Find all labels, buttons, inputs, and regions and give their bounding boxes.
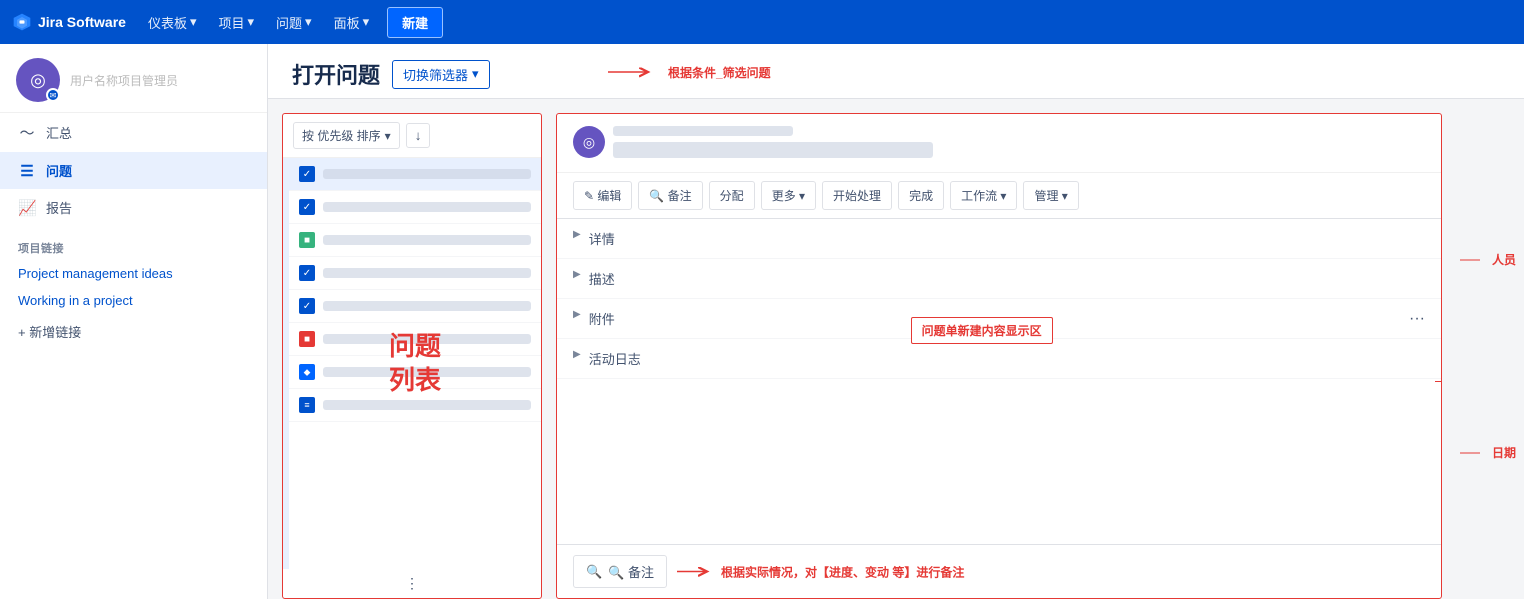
right-annotations: 人员 日期 [1456, 113, 1524, 599]
add-link-button[interactable]: + 新增链接 [0, 314, 267, 349]
issue-list-panel: 按 优先级 排序 ▾ ↓ ✓ [282, 113, 542, 599]
content-area: 按 优先级 排序 ▾ ↓ ✓ [268, 99, 1524, 599]
detail-section-activity: ▶ 活动日志 [557, 339, 1441, 379]
reports-icon: 📈 [18, 199, 36, 217]
detail-header: ◎ [557, 114, 1441, 173]
workflow-button[interactable]: 工作流 ▾ [950, 181, 1017, 210]
create-new-button[interactable]: 新建 [387, 7, 443, 38]
edit-button[interactable]: ✎ 编辑 [573, 181, 632, 210]
right-date-label: 日期 [1492, 444, 1516, 461]
issue-checkbox-5[interactable]: ✓ [299, 298, 315, 314]
summary-icon: 〜 [18, 122, 36, 143]
nav-project[interactable]: 项目 ▾ [210, 9, 262, 36]
assign-button[interactable]: 分配 [709, 181, 755, 210]
description-label[interactable]: 描述 [589, 269, 639, 288]
username-text: 用户名称项目管理员 [70, 72, 251, 89]
avatar: ◎ ✉ [16, 58, 60, 102]
details-label[interactable]: 详情 [589, 229, 639, 248]
manage-button[interactable]: 管理 ▾ [1023, 181, 1078, 210]
subtask-type-icon: ⬥ [299, 364, 315, 380]
issue-checkbox-2[interactable]: ✓ [299, 199, 315, 215]
detail-section-details: ▶ 详情 人员 [557, 219, 1441, 259]
attachments-label[interactable]: 附件 [589, 309, 639, 328]
start-process-button[interactable]: 开始处理 [822, 181, 892, 210]
sidebar-item-summary[interactable]: 〜 汇总 [0, 113, 267, 152]
sidebar-item-issues[interactable]: ☰ 问题 [0, 152, 267, 189]
issue-list: ✓ ✓ ■ [289, 158, 541, 569]
issue-detail-panel: ◎ ✎ 编辑 🔍 备注 分配 更多 ▾ 开始处理 完成 工作流 ▾ [556, 113, 1442, 599]
detail-toolbar: ✎ 编辑 🔍 备注 分配 更多 ▾ 开始处理 完成 工作流 ▾ 管理 ▾ 功 [557, 173, 1441, 219]
issues-icon: ☰ [18, 162, 36, 180]
issue-title-blurred [613, 142, 933, 158]
avatar-badge: ✉ [46, 88, 60, 102]
nav-dashboard[interactable]: 仪表板 ▾ [140, 9, 205, 36]
issue-id-blurred [613, 126, 793, 136]
comment-annotation: 根据实际情况，对【进度、变动 等】进行备注 [721, 563, 964, 580]
bug-type-icon: ■ [299, 331, 315, 347]
sort-select[interactable]: 按 优先级 排序 ▾ [293, 122, 400, 149]
complete-button[interactable]: 完成 [898, 181, 944, 210]
issue-item-6[interactable]: ■ [289, 323, 541, 356]
activity-label[interactable]: 活动日志 [589, 349, 641, 368]
attachments-dots: ··· [1409, 310, 1425, 328]
sidebar: ◎ ✉ 用户名称项目管理员 〜 汇总 ☰ 问题 📈 报告 项目链接 Projec… [0, 44, 268, 599]
main-content: 打开问题 切换筛选器 ▾ 根据条件_筛选问题 按 优先级 [268, 44, 1524, 599]
issue-item-1[interactable]: ✓ [289, 158, 541, 191]
sidebar-link-working[interactable]: Working in a project [0, 287, 267, 314]
sort-direction-button[interactable]: ↓ [406, 123, 431, 148]
issue-checkbox-1[interactable]: ✓ [299, 166, 315, 182]
sidebar-link-pm-ideas[interactable]: Project management ideas [0, 260, 267, 287]
detail-section-description: ▶ 描述 日期 [557, 259, 1441, 299]
main-header: 打开问题 切换筛选器 ▾ 根据条件_筛选问题 [268, 44, 1524, 99]
nav-issue[interactable]: 问题 ▾ [268, 9, 320, 36]
project-links-section: 项目链接 [0, 226, 267, 260]
issue-avatar: ◎ [573, 126, 605, 158]
bottom-comment-button[interactable]: 🔍 🔍 备注 [573, 555, 667, 588]
logo-text: Jira Software [38, 14, 126, 30]
top-navigation: Jira Software 仪表板 ▾ 项目 ▾ 问题 ▾ 面板 ▾ 新建 [0, 0, 1524, 44]
story-type-icon: ■ [299, 232, 315, 248]
issue-item-2[interactable]: ✓ [289, 191, 541, 224]
filter-annotation: 根据条件_筛选问题 [668, 64, 771, 81]
sidebar-item-reports[interactable]: 📈 报告 [0, 189, 267, 226]
issue-item-7[interactable]: ⬥ [289, 356, 541, 389]
detail-section-attachments: ▶ 附件 ··· [557, 299, 1441, 339]
issue-checkbox-4[interactable]: ✓ [299, 265, 315, 281]
filter-switcher-button[interactable]: 切换筛选器 ▾ [392, 60, 490, 89]
more-items-indicator: ⋮ [283, 569, 541, 598]
user-profile-area: ◎ ✉ 用户名称项目管理员 [0, 44, 267, 113]
comment-toolbar-button[interactable]: 🔍 备注 [638, 181, 702, 210]
issue-item-3[interactable]: ■ [289, 224, 541, 257]
more-button[interactable]: 更多 ▾ [761, 181, 816, 210]
page-title: 打开问题 [292, 58, 380, 90]
sort-bar: 按 优先级 排序 ▾ ↓ [283, 114, 541, 158]
bottom-comment-area: 🔍 🔍 备注 根据实际情况，对【进度、变动 等】进行备注 [557, 544, 1441, 598]
issue-item-4[interactable]: ✓ [289, 257, 541, 290]
app-logo[interactable]: Jira Software [12, 12, 126, 32]
feature-type-icon: ≡ [299, 397, 315, 413]
detail-body: ▶ 详情 人员 ▶ 描述 [557, 219, 1441, 544]
issue-item-5[interactable]: ✓ [289, 290, 541, 323]
right-people-label: 人员 [1492, 251, 1516, 268]
issue-item-8[interactable]: ≡ [289, 389, 541, 422]
nav-board[interactable]: 面板 ▾ [326, 9, 378, 36]
